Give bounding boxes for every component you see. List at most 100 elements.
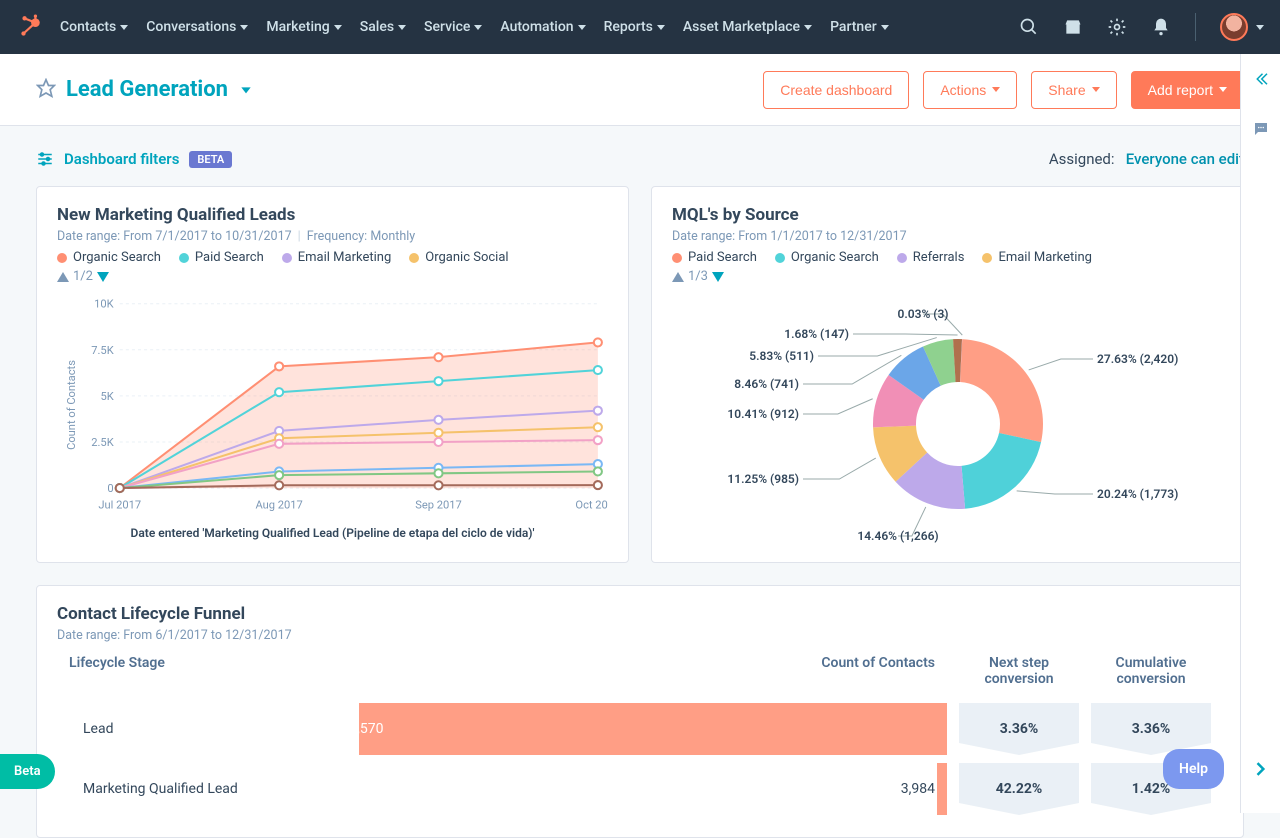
nav-item-service[interactable]: Service (424, 19, 482, 35)
chevron-down-icon (1219, 87, 1227, 92)
search-icon[interactable] (1019, 17, 1039, 37)
chevron-down-icon (240, 25, 248, 30)
assigned-section: Assigned: Everyone can edit (1049, 150, 1244, 168)
primary-nav: Contacts Conversations Marketing Sales Servi… (60, 19, 889, 35)
nav-item-reports[interactable]: Reports (604, 19, 665, 35)
nav-item-marketing[interactable]: Marketing (266, 19, 341, 35)
nav-utility (1019, 13, 1264, 41)
chevron-down-icon (578, 25, 586, 30)
nav-item-contacts[interactable]: Contacts (60, 19, 128, 35)
legend-item[interactable]: Referrals (897, 250, 965, 265)
filters-row: Dashboard filters BETA Assigned: Everyon… (36, 150, 1244, 168)
svg-text:Sep 2017: Sep 2017 (415, 498, 462, 511)
legend-dot-icon (409, 253, 419, 263)
svg-text:Count of Contacts: Count of Contacts (65, 360, 78, 450)
chart-legend: Organic Search Paid Search Email Marketing… (57, 250, 608, 265)
svg-text:5K: 5K (100, 390, 113, 403)
filters-label: Dashboard filters (64, 150, 179, 168)
conversion-cell-next: 42.22% (959, 763, 1079, 815)
legend-pager[interactable]: 1/3 (672, 269, 1223, 284)
dashboard-title-dropdown[interactable]: Lead Generation (66, 77, 254, 102)
divider (1195, 13, 1196, 41)
legend-label: Email Marketing (998, 250, 1091, 265)
funnel-stage-name: Marketing Qualified Lead (69, 781, 238, 797)
funnel-stage-count: 3,984 (901, 781, 947, 797)
collapse-panel-icon[interactable] (1252, 70, 1270, 92)
legend-label: Organic Search (73, 250, 161, 265)
legend-label: Paid Search (195, 250, 264, 265)
nav-item-sales[interactable]: Sales (360, 19, 406, 35)
page-header: Lead Generation Create dashboard Actions… (0, 54, 1280, 126)
page-title: Lead Generation (66, 77, 228, 102)
dashboard-content: Dashboard filters BETA Assigned: Everyon… (0, 126, 1280, 838)
share-dropdown-button[interactable]: Share (1031, 71, 1116, 109)
legend-pager[interactable]: 1/2 (57, 269, 608, 284)
svg-text:11.25% (985): 11.25% (985) (727, 472, 799, 486)
actions-dropdown-button[interactable]: Actions (923, 71, 1017, 109)
legend-item[interactable]: Organic Search (775, 250, 879, 265)
chevron-down-icon (334, 25, 342, 30)
notifications-bell-icon[interactable] (1151, 17, 1171, 37)
svg-text:2.5K: 2.5K (91, 436, 113, 449)
legend-dot-icon (179, 253, 189, 263)
right-rail (1240, 54, 1280, 813)
chevron-down-icon (120, 25, 128, 30)
col-header-next: Next step conversion (959, 655, 1079, 687)
legend-dot-icon (897, 253, 907, 263)
nav-item-conversations[interactable]: Conversations (146, 19, 248, 35)
card-subtitle: Date range: From 1/1/2017 to 12/31/2017 (672, 229, 1223, 244)
svg-text:Oct 2017: Oct 2017 (575, 498, 608, 511)
add-report-button[interactable]: Add report (1131, 71, 1244, 109)
legend-item[interactable]: Email Marketing (282, 250, 391, 265)
svg-text:27.63% (2,420): 27.63% (2,420) (1097, 352, 1178, 366)
create-dashboard-button[interactable]: Create dashboard (763, 71, 909, 109)
line-chart: 02.5K5K7.5K10KJul 2017Aug 2017Sep 2017Oc… (61, 290, 608, 520)
chevron-down-icon (1092, 87, 1100, 92)
svg-text:20.24% (1,773): 20.24% (1,773) (1097, 487, 1178, 501)
card-title: MQL's by Source (672, 205, 1223, 225)
assigned-label: Assigned: (1049, 150, 1115, 168)
col-header-count: Count of Contacts (807, 655, 947, 687)
beta-pill-button[interactable]: Beta (0, 754, 55, 789)
legend-label: Organic Social (425, 250, 508, 265)
legend-item[interactable]: Paid Search (672, 250, 757, 265)
comments-icon[interactable] (1252, 120, 1270, 142)
col-header-stage: Lifecycle Stage (69, 655, 807, 687)
marketplace-icon[interactable] (1063, 17, 1083, 37)
col-header-cumulative: Cumulative conversion (1091, 655, 1211, 687)
legend-label: Email Marketing (298, 250, 391, 265)
chevron-down-icon (992, 87, 1000, 92)
conversion-cell-cum: 3.36% (1091, 703, 1211, 755)
triangle-down-icon (712, 272, 724, 282)
assigned-value-link[interactable]: Everyone can edit (1126, 150, 1244, 168)
funnel-stage-bar: Lead118,570 (69, 703, 947, 755)
svg-text:0: 0 (107, 482, 113, 495)
card-subtitle: Date range: From 6/1/2017 to 12/31/2017 (57, 628, 1223, 643)
card-new-mql: New Marketing Qualified Leads Date range… (36, 186, 629, 563)
chevron-down-icon (1256, 25, 1264, 30)
nav-item-partner[interactable]: Partner (830, 19, 889, 35)
chevron-down-icon (398, 25, 406, 30)
chart-legend: Paid Search Organic Search Referrals Email … (672, 250, 1223, 265)
nav-item-asset-marketplace[interactable]: Asset Marketplace (683, 19, 812, 35)
settings-gear-icon[interactable] (1107, 17, 1127, 37)
legend-item[interactable]: Organic Social (409, 250, 508, 265)
expand-chevron-icon[interactable] (1250, 759, 1270, 783)
dashboard-filters-toggle[interactable]: Dashboard filters BETA (36, 150, 232, 168)
help-button[interactable]: Help (1163, 749, 1224, 789)
funnel-row: Lead118,5703.36%3.36% (57, 699, 1223, 759)
card-lifecycle-funnel: Contact Lifecycle Funnel Date range: Fro… (36, 585, 1244, 838)
nav-item-automation[interactable]: Automation (500, 19, 585, 35)
triangle-up-icon (672, 272, 684, 282)
legend-label: Paid Search (688, 250, 757, 265)
legend-item[interactable]: Organic Search (57, 250, 161, 265)
legend-item[interactable]: Paid Search (179, 250, 264, 265)
legend-dot-icon (982, 253, 992, 263)
favorite-star-icon[interactable] (36, 78, 56, 102)
svg-text:14.46% (1,266): 14.46% (1,266) (857, 529, 938, 543)
account-menu[interactable] (1220, 13, 1264, 41)
legend-dot-icon (282, 253, 292, 263)
legend-item[interactable]: Email Marketing (982, 250, 1091, 265)
legend-dot-icon (775, 253, 785, 263)
hubspot-logo-icon[interactable] (16, 13, 44, 41)
